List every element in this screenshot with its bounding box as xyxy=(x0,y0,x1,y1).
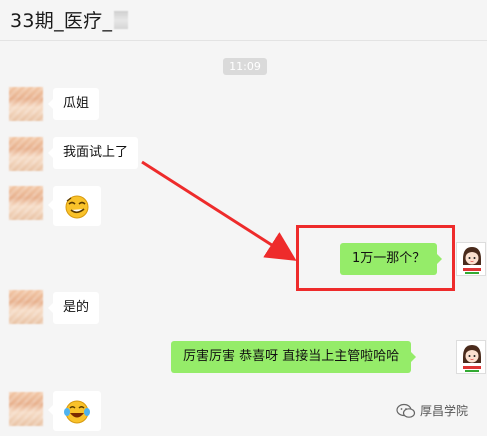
wechat-logo-icon xyxy=(396,403,416,418)
watermark: 厚昌学院 xyxy=(396,402,468,419)
annotation-arrow xyxy=(141,160,297,261)
watermark-text: 厚昌学院 xyxy=(420,404,469,418)
